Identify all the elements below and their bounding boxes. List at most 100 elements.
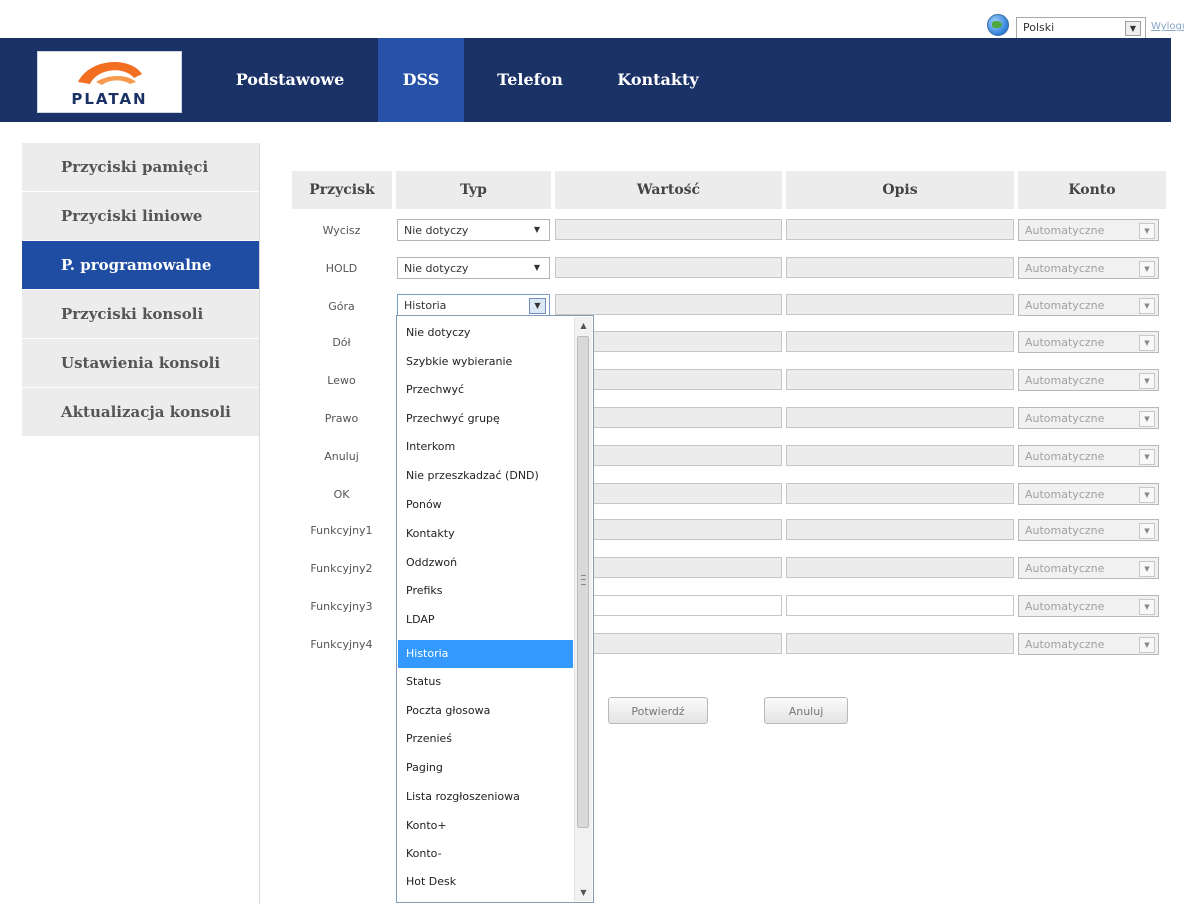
opis-field[interactable] <box>786 257 1014 278</box>
chevron-down-icon: ▼ <box>1139 599 1155 615</box>
type-select[interactable]: Nie dotyczy ▼ <box>397 257 550 279</box>
konto-select[interactable]: Automatyczne ▼ <box>1018 369 1159 391</box>
dropdown-option[interactable]: Przenieś <box>398 725 573 753</box>
sidebar-item-przyciski-liniowe[interactable]: Przyciski liniowe <box>22 192 259 241</box>
dropdown-option[interactable]: Szybkie wybieranie <box>398 348 573 376</box>
opis-field[interactable] <box>786 557 1014 578</box>
konto-select[interactable]: Automatyczne ▼ <box>1018 595 1159 617</box>
row-label: OK <box>333 488 350 501</box>
row-label: Funkcyjny1 <box>310 524 373 537</box>
konto-select[interactable]: Automatyczne ▼ <box>1018 519 1159 541</box>
konto-select[interactable]: Automatyczne ▼ <box>1018 257 1159 279</box>
scroll-down-icon[interactable]: ▼ <box>575 884 592 901</box>
cancel-button[interactable]: Anuluj <box>764 697 848 724</box>
konto-value: Automatyczne <box>1025 450 1105 463</box>
row-label: Funkcyjny3 <box>310 600 373 613</box>
nav-dss[interactable]: DSS <box>378 38 464 122</box>
sidebar-item-przyciski-konsoli[interactable]: Przyciski konsoli <box>22 290 259 339</box>
sidebar-item-aktualizacja-konsoli[interactable]: Aktualizacja konsoli <box>22 388 259 437</box>
konto-select[interactable]: Automatyczne ▼ <box>1018 633 1159 655</box>
sidebar-item-przyciski-pamieci[interactable]: Przyciski pamięci <box>22 143 259 192</box>
chevron-down-icon[interactable]: ▼ <box>529 298 546 314</box>
opis-field[interactable] <box>786 219 1014 240</box>
sidebar-item-ustawienia-konsoli[interactable]: Ustawienia konsoli <box>22 339 259 388</box>
dropdown-option[interactable]: Oddzwoń <box>398 549 573 577</box>
row-label: Dół <box>332 336 351 349</box>
opis-field[interactable] <box>786 294 1014 315</box>
konto-select[interactable]: Automatyczne ▼ <box>1018 294 1159 316</box>
sidebar-item-p-programowalne[interactable]: P. programowalne <box>22 241 259 290</box>
type-dropdown-list[interactable]: Nie dotyczy Szybkie wybieranie Przechwyć… <box>396 315 594 903</box>
confirm-button[interactable]: Potwierdź <box>608 697 708 724</box>
row-label: Góra <box>328 300 355 313</box>
chevron-down-icon: ▼ <box>1139 449 1155 465</box>
dropdown-option[interactable]: LDAP <box>398 606 573 634</box>
opis-field[interactable] <box>786 369 1014 390</box>
chevron-down-icon: ▼ <box>1139 298 1155 314</box>
opis-field[interactable] <box>786 483 1014 504</box>
konto-select[interactable]: Automatyczne ▼ <box>1018 557 1159 579</box>
dropdown-scrollbar[interactable]: ▲ ▼ <box>574 317 592 901</box>
language-select[interactable]: Polski ▼ <box>1016 17 1146 39</box>
konto-value: Automatyczne <box>1025 336 1105 349</box>
dropdown-option[interactable]: Konto+ <box>398 812 573 840</box>
logout-link[interactable]: Wyloguj <box>1151 21 1184 32</box>
konto-value: Automatyczne <box>1025 488 1105 501</box>
platan-logo[interactable]: PLATAN <box>37 51 182 113</box>
row-label: Anuluj <box>324 450 359 463</box>
scroll-up-icon[interactable]: ▲ <box>575 317 592 334</box>
chevron-down-icon: ▼ <box>533 225 540 234</box>
dropdown-option[interactable]: Poczta głosowa <box>398 697 573 725</box>
konto-select[interactable]: Automatyczne ▼ <box>1018 219 1159 241</box>
column-header-przycisk: Przycisk <box>292 171 392 209</box>
opis-field[interactable] <box>786 407 1014 428</box>
dropdown-option[interactable]: Konto- <box>398 840 573 868</box>
opis-field[interactable] <box>786 331 1014 352</box>
konto-select[interactable]: Automatyczne ▼ <box>1018 407 1159 429</box>
row-label: Wycisz <box>322 224 361 237</box>
konto-value: Automatyczne <box>1025 562 1105 575</box>
row-label: HOLD <box>325 262 358 275</box>
opis-field[interactable] <box>786 445 1014 466</box>
language-value: Polski <box>1023 21 1055 34</box>
nav-podstawowe[interactable]: Podstawowe <box>216 38 364 122</box>
nav-kontakty[interactable]: Kontakty <box>596 38 720 122</box>
dropdown-option[interactable]: Przechwyć grupę <box>398 405 573 433</box>
dropdown-option[interactable]: Lista rozgłoszeniowa <box>398 783 573 811</box>
row-label: Lewo <box>327 374 356 387</box>
chevron-down-icon: ▼ <box>1139 411 1155 427</box>
scrollbar-thumb[interactable] <box>577 336 589 828</box>
dropdown-option[interactable]: Paging <box>398 754 573 782</box>
dropdown-option[interactable]: Nie przeszkadzać (DND) <box>398 462 573 490</box>
dropdown-option[interactable]: Hot Desk <box>398 868 573 896</box>
konto-value: Automatyczne <box>1025 224 1105 237</box>
type-select-open[interactable]: Historia ▼ <box>397 294 550 316</box>
dropdown-option[interactable]: Interkom <box>398 433 573 461</box>
konto-value: Automatyczne <box>1025 374 1105 387</box>
konto-select[interactable]: Automatyczne ▼ <box>1018 331 1159 353</box>
dropdown-option[interactable]: Ponów <box>398 491 573 519</box>
dropdown-option[interactable]: Prefiks <box>398 577 573 605</box>
type-select[interactable]: Nie dotyczy ▼ <box>397 219 550 241</box>
konto-value: Automatyczne <box>1025 299 1105 312</box>
dropdown-option[interactable]: Kontakty <box>398 520 573 548</box>
opis-field[interactable] <box>786 519 1014 540</box>
chevron-down-icon: ▼ <box>533 263 540 272</box>
column-header-wartosc: Wartość <box>555 171 782 209</box>
nav-telefon[interactable]: Telefon <box>478 38 582 122</box>
column-header-opis: Opis <box>786 171 1014 209</box>
dropdown-option-selected[interactable]: Historia <box>398 640 573 668</box>
konto-select[interactable]: Automatyczne ▼ <box>1018 483 1159 505</box>
sidebar: Przyciski pamięci Przyciski liniowe P. p… <box>22 143 260 904</box>
opis-field[interactable] <box>786 595 1014 616</box>
dropdown-option[interactable]: Status <box>398 668 573 696</box>
chevron-down-icon: ▼ <box>1139 561 1155 577</box>
dropdown-option[interactable]: Nie dotyczy <box>398 319 573 347</box>
chevron-down-icon: ▼ <box>1139 523 1155 539</box>
dropdown-option[interactable]: Przechwyć <box>398 376 573 404</box>
wartosc-field[interactable] <box>555 257 782 278</box>
wartosc-field[interactable] <box>555 219 782 240</box>
opis-field[interactable] <box>786 633 1014 654</box>
wartosc-field[interactable] <box>555 294 782 315</box>
konto-select[interactable]: Automatyczne ▼ <box>1018 445 1159 467</box>
